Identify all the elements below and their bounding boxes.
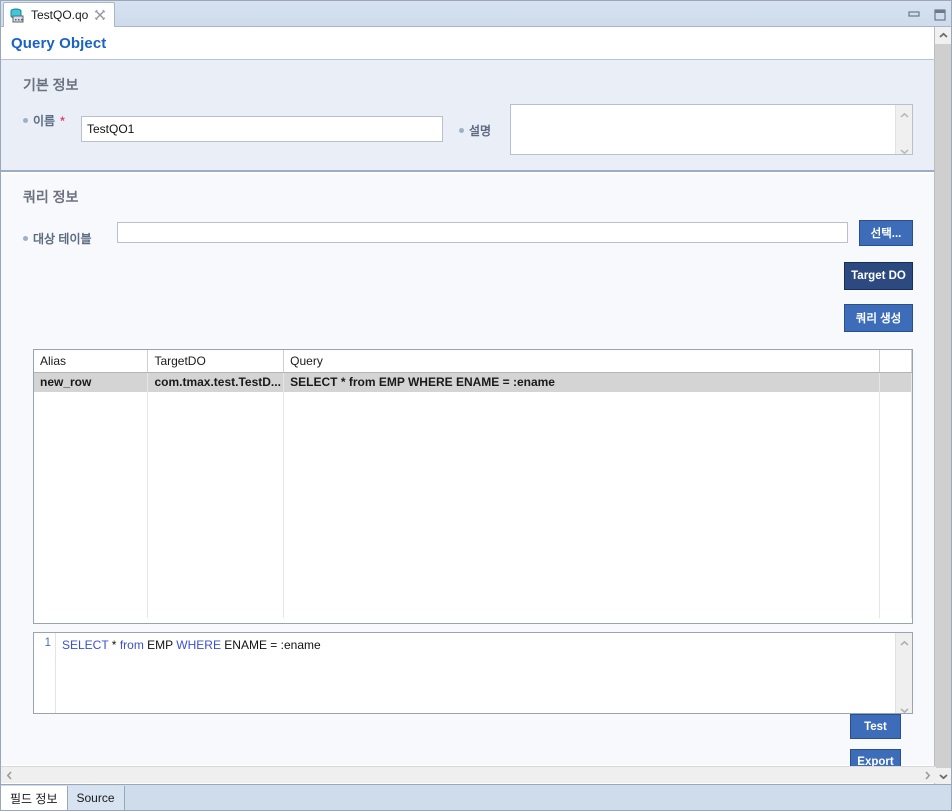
- query-info-section-title: 쿼리 정보: [23, 189, 79, 205]
- select-target-table-button[interactable]: 선택...: [859, 220, 913, 246]
- bullet-icon: [23, 236, 28, 241]
- editor-tab-bar: TestQO.qo: [1, 1, 951, 27]
- target-table-input[interactable]: [117, 222, 848, 243]
- target-table-label-text: 대상 테이블: [33, 232, 92, 246]
- chevron-down-icon[interactable]: [899, 144, 909, 155]
- query-info-section: 쿼리 정보 대상 테이블 선택... Target DO 쿼리 생성 Alias…: [1, 174, 936, 774]
- cell-query[interactable]: SELECT * from EMP WHERE ENAME = :ename: [283, 372, 880, 392]
- bullet-icon: [23, 118, 28, 123]
- minimize-icon[interactable]: [907, 8, 921, 21]
- column-header-alias[interactable]: Alias: [34, 350, 149, 373]
- form-header: Query Object: [1, 27, 936, 60]
- sql-editor-scrollbar[interactable]: [895, 633, 912, 714]
- scroll-left-arrow-icon[interactable]: [1, 767, 18, 784]
- description-scrollbar[interactable]: [895, 105, 912, 155]
- maximize-icon[interactable]: [933, 8, 947, 21]
- sql-token-from: from: [119, 638, 144, 652]
- table-empty-area[interactable]: [34, 391, 912, 618]
- sql-token-condition: ENAME = :ename: [220, 638, 321, 652]
- target-do-button[interactable]: Target DO: [844, 262, 913, 290]
- sql-token-where: WHERE: [176, 638, 221, 652]
- sql-token-table: EMP: [143, 638, 177, 652]
- bullet-icon: [459, 128, 464, 133]
- scroll-up-arrow-icon[interactable]: [935, 27, 951, 44]
- sql-text[interactable]: SELECT * from EMP WHERE ENAME = :ename: [56, 633, 895, 713]
- empty-cell-filler: [879, 391, 912, 618]
- required-marker: *: [60, 113, 65, 128]
- description-field-label: 설명: [459, 122, 491, 139]
- tab-field-info[interactable]: 필드 정보: [1, 786, 68, 810]
- name-label-text: 이름: [33, 114, 56, 128]
- query-list-table[interactable]: Alias TargetDO Query new_row com.tmax.te…: [33, 349, 913, 624]
- basic-info-section-title: 기본 정보: [23, 77, 79, 93]
- target-table-field-label: 대상 테이블: [23, 230, 92, 247]
- basic-info-section: 기본 정보 이름 * 설명: [1, 60, 936, 172]
- test-button[interactable]: Test: [850, 714, 901, 739]
- database-object-icon: [10, 8, 25, 23]
- chevron-up-icon[interactable]: [899, 636, 909, 646]
- tab-source[interactable]: Source: [67, 786, 125, 810]
- scroll-down-arrow-icon[interactable]: [935, 768, 951, 785]
- name-field-label: 이름 *: [23, 112, 65, 129]
- sql-token-star: *: [108, 638, 120, 652]
- page-title: Query Object: [11, 34, 107, 52]
- empty-cell-query: [283, 391, 880, 618]
- main-horizontal-scrollbar[interactable]: [1, 766, 936, 783]
- chevron-up-icon[interactable]: [899, 108, 909, 118]
- cell-filler: [879, 372, 912, 392]
- window-controls: [907, 3, 947, 25]
- main-vertical-scrollbar[interactable]: [934, 27, 951, 785]
- column-header-targetdo[interactable]: TargetDO: [147, 350, 285, 373]
- cell-alias[interactable]: new_row: [34, 372, 149, 392]
- description-textarea[interactable]: [510, 104, 913, 155]
- sql-line-number-gutter: 1: [34, 633, 56, 713]
- sql-preview-editor[interactable]: 1 SELECT * from EMP WHERE ENAME = :ename: [33, 632, 913, 714]
- name-input[interactable]: [81, 116, 443, 142]
- query-table: Alias TargetDO Query new_row com.tmax.te…: [34, 350, 912, 618]
- column-header-query[interactable]: Query: [283, 350, 880, 373]
- cell-targetdo[interactable]: com.tmax.test.TestD...: [147, 372, 285, 392]
- empty-cell-targetdo: [147, 391, 285, 618]
- generate-query-button[interactable]: 쿼리 생성: [844, 304, 913, 332]
- query-object-editor-window: TestQO.qo Query Object 기본 정보 이름 * TestQO…: [0, 0, 952, 811]
- scroll-right-arrow-icon[interactable]: [919, 767, 936, 784]
- sql-token-select: SELECT: [62, 638, 109, 652]
- table-row[interactable]: new_row com.tmax.test.TestD... SELECT * …: [34, 372, 912, 392]
- description-label-text: 설명: [469, 124, 492, 138]
- table-header-row: Alias TargetDO Query: [34, 350, 912, 373]
- column-header-filler: [879, 350, 912, 373]
- close-icon[interactable]: [94, 9, 106, 21]
- chevron-down-icon[interactable]: [899, 703, 909, 714]
- sql-line-number: 1: [44, 637, 51, 649]
- description-textarea-body[interactable]: [511, 105, 895, 154]
- bottom-tab-bar: 필드 정보 Source: [1, 784, 951, 810]
- empty-cell-alias: [34, 391, 149, 618]
- editor-tab-testqo[interactable]: TestQO.qo: [3, 2, 116, 27]
- editor-tab-label: TestQO.qo: [31, 8, 89, 22]
